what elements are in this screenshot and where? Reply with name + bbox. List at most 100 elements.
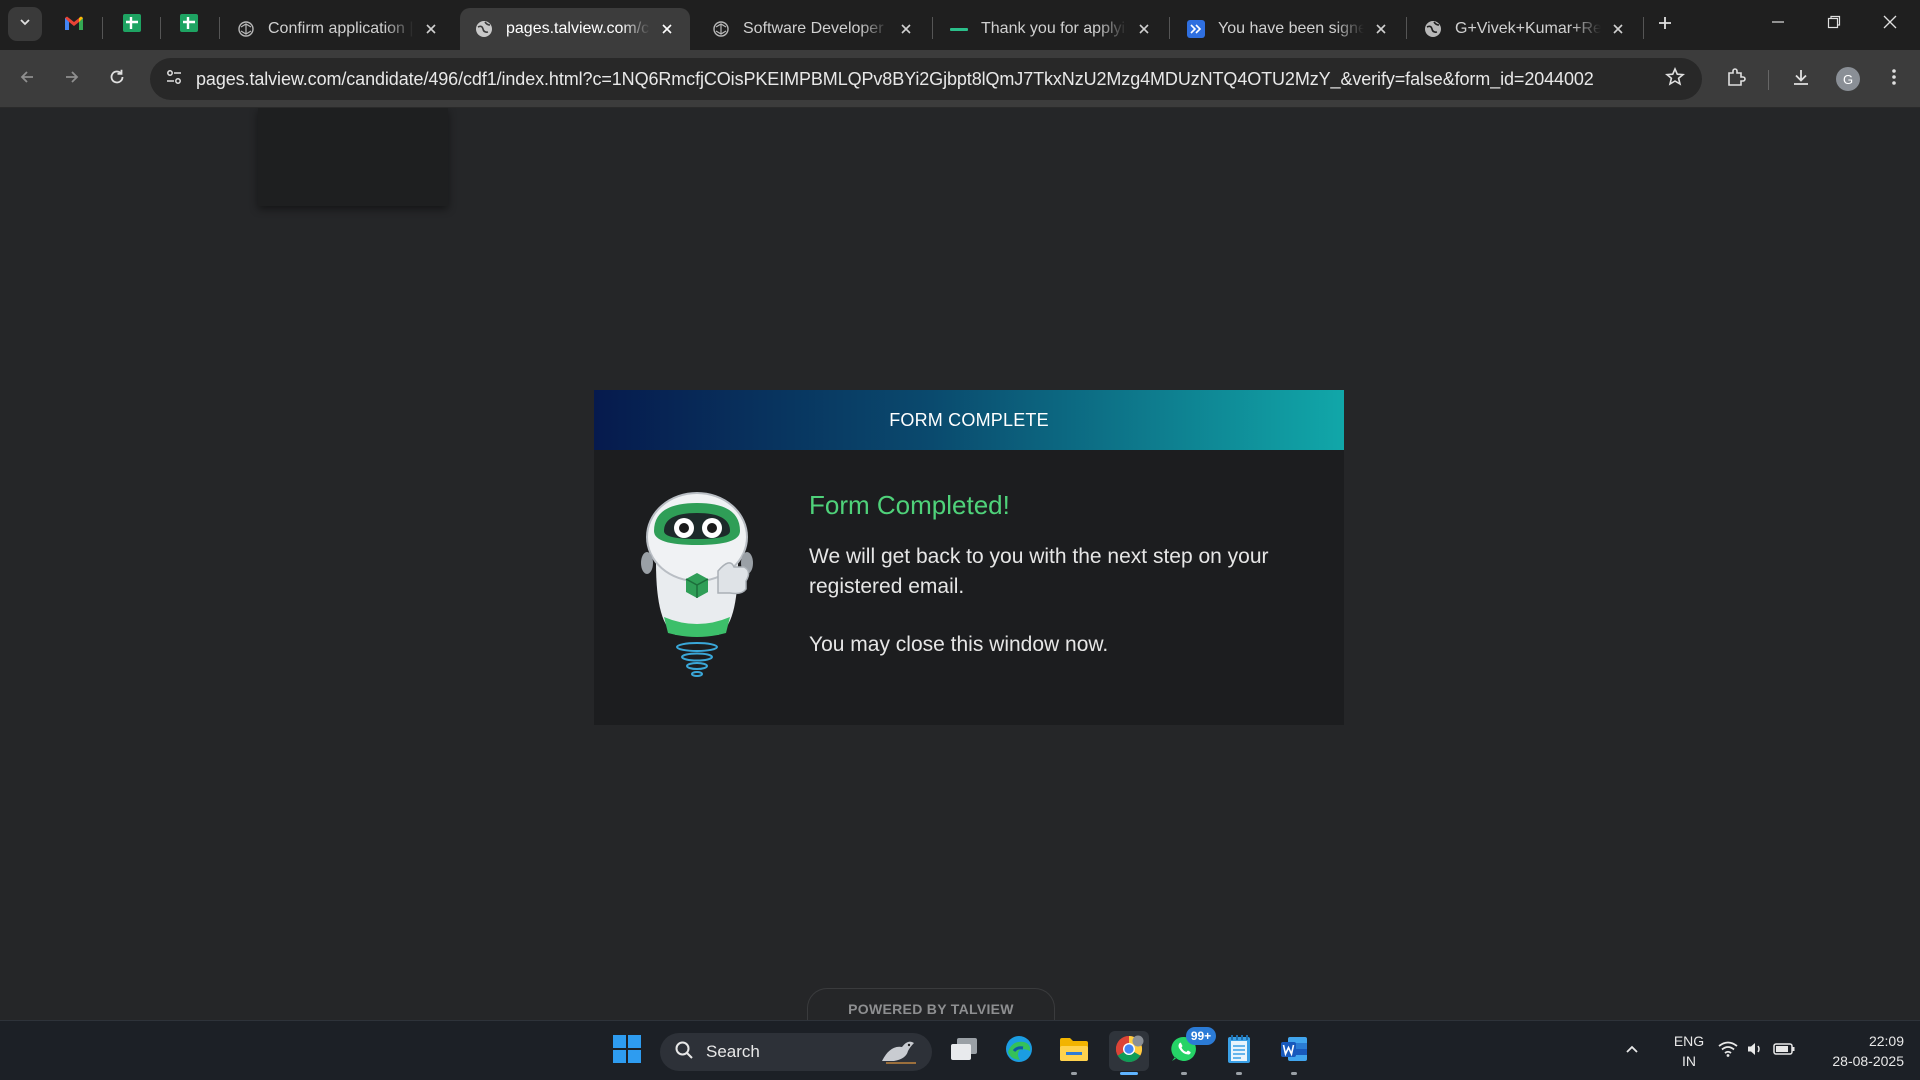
toolbar-separator — [1768, 70, 1769, 90]
running-indicator — [1181, 1072, 1187, 1075]
google-sheets-icon — [179, 13, 199, 38]
tab-confirm-application[interactable]: Confirm application | I — [222, 8, 454, 50]
brain-network-icon — [711, 19, 731, 39]
close-icon — [1883, 15, 1897, 34]
downloads-button[interactable] — [1784, 62, 1818, 96]
tab-talview-active[interactable]: pages.talview.com/can — [460, 8, 690, 50]
bookmark-button[interactable] — [1662, 66, 1688, 92]
reload-button[interactable] — [100, 62, 134, 96]
taskbar-search-box[interactable]: Search — [660, 1033, 932, 1071]
forward-button[interactable] — [55, 62, 89, 96]
tab-title: pages.talview.com/can — [506, 20, 650, 37]
close-tab-icon[interactable] — [658, 20, 676, 38]
volume-control[interactable] — [1742, 1021, 1768, 1080]
tab-signed[interactable]: You have been signed — [1172, 8, 1404, 50]
tab-separator — [102, 17, 103, 39]
running-indicator — [1236, 1072, 1242, 1075]
folder-icon — [1058, 1035, 1090, 1068]
bird-search-highlight-icon — [876, 1035, 920, 1070]
battery-status[interactable] — [1768, 1021, 1800, 1080]
app-blue-icon — [1186, 19, 1206, 39]
tune-icon — [165, 68, 183, 91]
show-hidden-icons-button[interactable] — [1617, 1021, 1647, 1080]
url-text[interactable]: pages.talview.com/candidate/496/cdf1/ind… — [196, 69, 1594, 90]
taskbar-file-explorer[interactable] — [1054, 1031, 1094, 1075]
chrome-menu-button[interactable] — [1877, 62, 1911, 96]
restore-icon — [1827, 15, 1841, 34]
battery-icon — [1773, 1042, 1795, 1061]
close-tab-icon[interactable] — [897, 20, 915, 38]
powered-by-label: POWERED BY TALVIEW — [807, 988, 1055, 1020]
close-window-button[interactable] — [1862, 0, 1918, 48]
site-info-button[interactable] — [158, 63, 190, 95]
pinned-tab-sheets-1[interactable] — [110, 8, 154, 42]
tab-thank-you[interactable]: Thank you for applying — [935, 8, 1167, 50]
close-window-note: You may close this window now. — [809, 633, 1109, 656]
tab-separator — [160, 17, 161, 39]
tab-title: Thank you for applying — [981, 20, 1127, 37]
clock-time: 22:09 — [1868, 1033, 1904, 1049]
puzzle-icon — [1726, 67, 1746, 92]
task-view-button[interactable] — [944, 1031, 984, 1071]
network-status[interactable] — [1714, 1021, 1742, 1080]
close-tab-icon[interactable] — [1609, 20, 1627, 38]
taskbar-chrome[interactable] — [1109, 1031, 1149, 1075]
form-complete-card: FORM COMPLETE Form Completed! We will ge… — [594, 390, 1344, 725]
tab-separator — [219, 17, 220, 39]
card-header: FORM COMPLETE — [594, 390, 1344, 450]
chevron-down-icon — [18, 15, 32, 34]
new-tab-button[interactable] — [1650, 10, 1680, 40]
tab-title: Confirm application | I — [268, 20, 414, 37]
taskbar-notepad[interactable] — [1219, 1031, 1259, 1075]
arrow-left-icon — [18, 68, 36, 91]
browser-toolbar: pages.talview.com/candidate/496/cdf1/ind… — [0, 50, 1920, 108]
tab-title: You have been signed — [1218, 20, 1364, 37]
close-tab-icon[interactable] — [1372, 20, 1390, 38]
notification-badge: 99+ — [1186, 1027, 1216, 1045]
word-icon — [1279, 1034, 1309, 1069]
tab-separator — [1169, 17, 1170, 39]
search-label: Search — [706, 1042, 760, 1061]
tab-title: G+Vivek+Kumar+Resu — [1455, 20, 1601, 37]
chevron-up-icon — [1624, 1041, 1640, 1062]
running-indicator — [1071, 1072, 1077, 1075]
next-step-message: We will get back to you with the next st… — [809, 545, 1269, 598]
address-bar[interactable]: pages.talview.com/candidate/496/cdf1/ind… — [150, 58, 1702, 100]
google-sheets-icon — [122, 13, 142, 38]
windows-taskbar: Search 99+ ENG IN 22:09 28-08-2025 — [0, 1020, 1920, 1080]
minimize-icon — [1771, 15, 1785, 34]
task-view-icon — [949, 1036, 979, 1067]
running-indicator — [1120, 1072, 1138, 1075]
pinned-tab-sheets-2[interactable] — [167, 8, 211, 42]
profile-avatar[interactable]: G — [1836, 67, 1860, 91]
star-icon — [1664, 66, 1686, 92]
chrome-icon — [1114, 1034, 1144, 1069]
close-tab-icon[interactable] — [422, 20, 440, 38]
system-clock[interactable]: 22:09 28-08-2025 — [1806, 1031, 1904, 1071]
taskbar-word[interactable] — [1274, 1031, 1314, 1075]
input-language-indicator[interactable]: ENG IN — [1664, 1031, 1714, 1071]
region-code: IN — [1682, 1053, 1696, 1069]
more-vert-icon — [1891, 67, 1897, 92]
gmail-icon — [64, 15, 84, 36]
minimize-button[interactable] — [1750, 0, 1806, 48]
tab-strip: Confirm application | I pages.talview.co… — [0, 0, 1920, 50]
back-button[interactable] — [10, 62, 44, 96]
dash-line-icon — [949, 19, 969, 39]
restore-button[interactable] — [1806, 0, 1862, 48]
arrow-right-icon — [63, 68, 81, 91]
brain-network-icon — [236, 19, 256, 39]
speaker-icon — [1746, 1041, 1764, 1062]
taskbar-whatsapp[interactable]: 99+ — [1164, 1027, 1216, 1075]
start-button[interactable] — [607, 1031, 647, 1071]
pinned-tab-gmail[interactable] — [52, 8, 96, 42]
page-content: FORM COMPLETE Form Completed! We will ge… — [0, 108, 1920, 1020]
tab-separator — [1406, 17, 1407, 39]
tab-search-button[interactable] — [8, 7, 42, 41]
tab-resume[interactable]: G+Vivek+Kumar+Resu — [1409, 8, 1641, 50]
close-tab-icon[interactable] — [1135, 20, 1153, 38]
extensions-button[interactable] — [1719, 62, 1753, 96]
taskbar-edge[interactable] — [999, 1031, 1039, 1071]
tab-software-developer[interactable]: Software Developer - — [697, 8, 929, 50]
search-icon — [674, 1040, 694, 1065]
